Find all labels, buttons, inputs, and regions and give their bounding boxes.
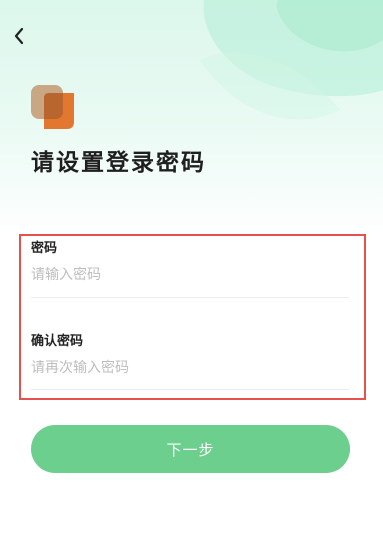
chevron-left-icon [14,27,24,45]
confirm-password-label: 确认密码 [31,334,84,349]
confirm-password-input[interactable] [31,352,349,384]
password-divider [31,297,349,298]
next-button[interactable]: 下一步 [31,425,350,473]
page-title: 请设置登录密码 [31,150,206,176]
confirm-password-divider [31,389,349,390]
password-label: 密码 [31,241,58,256]
password-input[interactable] [31,259,349,291]
app-logo-icon [31,85,74,129]
back-button[interactable] [8,24,30,48]
